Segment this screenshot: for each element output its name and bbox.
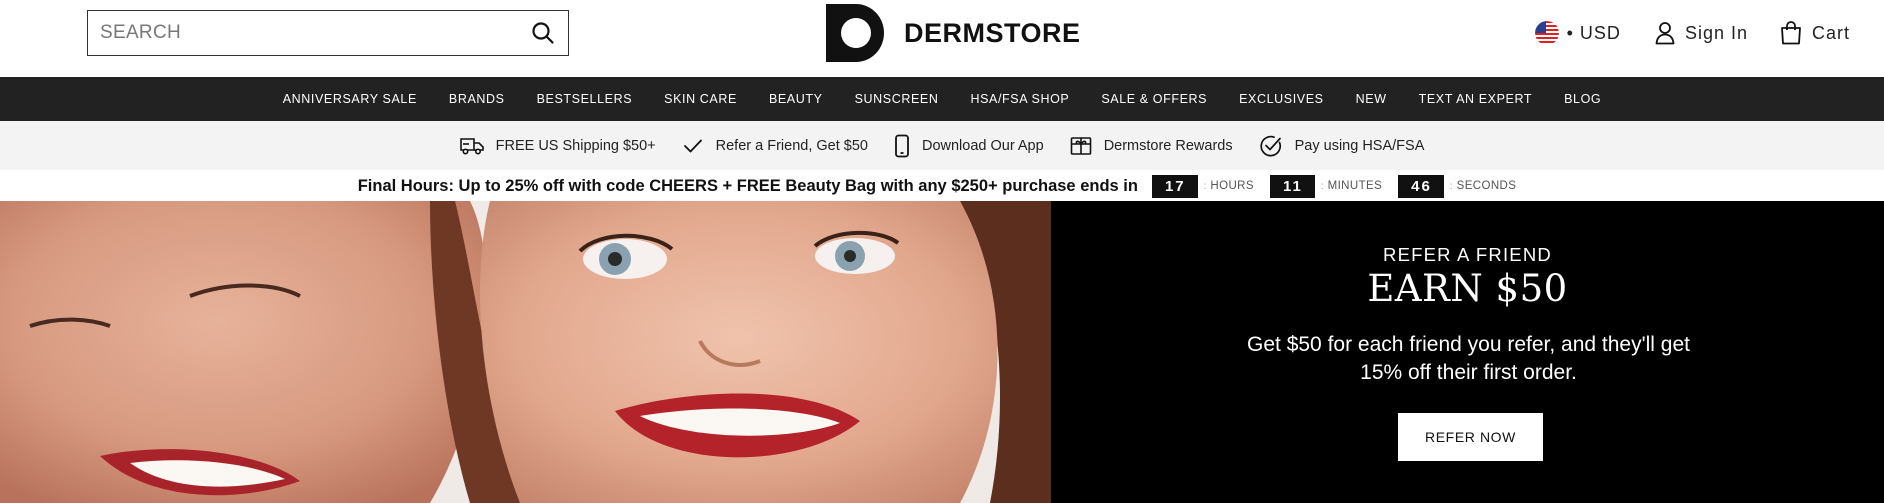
shopping-bag-icon [1781, 21, 1801, 45]
nav-item-sunscreen[interactable]: SUNSCREEN [839, 92, 955, 106]
hero-image[interactable] [0, 201, 1051, 503]
countdown-separator: : [1203, 180, 1207, 192]
gift-icon [1070, 136, 1091, 155]
user-icon [1655, 22, 1675, 45]
benefit-download-app[interactable]: Download Our App [894, 134, 1044, 158]
benefits-bar: FREE US Shipping $50+ Refer a Friend, Ge… [0, 121, 1884, 170]
benefit-rewards[interactable]: Dermstore Rewards [1070, 135, 1233, 157]
phone-icon [895, 134, 909, 157]
logo-wordmark: DERMSTORE [904, 17, 1081, 48]
sign-in-link[interactable]: Sign In [1655, 21, 1748, 45]
dermstore-logo[interactable]: DERMSTORE [826, 4, 1081, 62]
search-icon[interactable] [530, 20, 556, 46]
countdown-minutes: 11 [1269, 174, 1315, 198]
check-circle-icon [1260, 135, 1281, 156]
nav-item-anniversary-sale[interactable]: ANNIVERSARY SALE [267, 92, 433, 106]
nav-item-blog[interactable]: BLOG [1548, 92, 1617, 106]
promo-countdown-bar[interactable]: Final Hours: Up to 25% off with code CHE… [0, 171, 1884, 201]
hero-eyebrow: REFER A FRIEND [1383, 244, 1552, 265]
checkmark-icon [683, 139, 702, 152]
benefit-label: Pay using HSA/FSA [1294, 137, 1425, 154]
logo-mark-icon [826, 4, 884, 62]
nav-item-skin-care[interactable]: SKIN CARE [648, 92, 753, 106]
main-nav: ANNIVERSARY SALE BRANDS BESTSELLERS SKIN… [0, 77, 1884, 121]
nav-item-text-an-expert[interactable]: TEXT AN EXPERT [1403, 92, 1549, 106]
promo-message: Final Hours: Up to 25% off with code CHE… [357, 176, 1138, 195]
benefit-hsa-fsa[interactable]: Pay using HSA/FSA [1259, 134, 1425, 158]
benefit-label: Download Our App [921, 137, 1044, 154]
countdown-separator: : [1449, 180, 1453, 192]
countdown-hours: 17 [1151, 174, 1198, 198]
benefit-label: FREE US Shipping $50+ [495, 137, 656, 154]
nav-item-brands[interactable]: BRANDS [433, 92, 521, 106]
nav-item-exclusives[interactable]: EXCLUSIVES [1223, 92, 1340, 106]
us-flag-icon [1534, 21, 1559, 45]
benefit-label: Dermstore Rewards [1103, 137, 1233, 154]
search-bar[interactable] [87, 10, 569, 56]
benefit-free-shipping[interactable]: FREE US Shipping $50+ [459, 136, 656, 156]
nav-item-bestsellers[interactable]: BESTSELLERS [521, 92, 649, 106]
countdown-hours-label: HOURS [1210, 180, 1254, 192]
benefit-refer-friend[interactable]: Refer a Friend, Get $50 [682, 136, 868, 156]
truck-icon [459, 137, 484, 155]
countdown-separator: : [1320, 180, 1324, 192]
nav-item-sale-offers[interactable]: SALE & OFFERS [1085, 92, 1223, 106]
hero-headline: EARN $50 [1367, 267, 1568, 310]
countdown-minutes-label: MINUTES [1327, 180, 1383, 192]
currency-label: • USD [1566, 22, 1621, 43]
site-header: DERMSTORE • USD Sign In [0, 0, 1884, 77]
refer-friend-panel: REFER A FRIEND EARN $50 Get $50 for each… [1051, 201, 1884, 503]
countdown-seconds: 46 [1398, 174, 1444, 198]
nav-item-new[interactable]: NEW [1340, 92, 1403, 106]
cart-link[interactable]: Cart [1780, 21, 1850, 45]
benefit-label: Refer a Friend, Get $50 [715, 137, 868, 154]
refer-now-button[interactable]: REFER NOW [1398, 413, 1543, 461]
cart-label: Cart [1811, 22, 1850, 43]
header-actions: • USD Sign In Cart [1534, 16, 1850, 50]
search-input[interactable] [100, 22, 530, 44]
nav-item-beauty[interactable]: BEAUTY [753, 92, 839, 106]
hero-banner: REFER A FRIEND EARN $50 Get $50 for each… [0, 201, 1884, 503]
nav-item-hsa-fsa-shop[interactable]: HSA/FSA SHOP [954, 92, 1085, 106]
sign-in-label: Sign In [1684, 22, 1748, 43]
countdown-seconds-label: SECONDS [1456, 180, 1517, 192]
currency-selector[interactable]: • USD [1534, 21, 1621, 45]
hero-body-text: Get $50 for each friend you refer, and t… [1247, 333, 1690, 384]
